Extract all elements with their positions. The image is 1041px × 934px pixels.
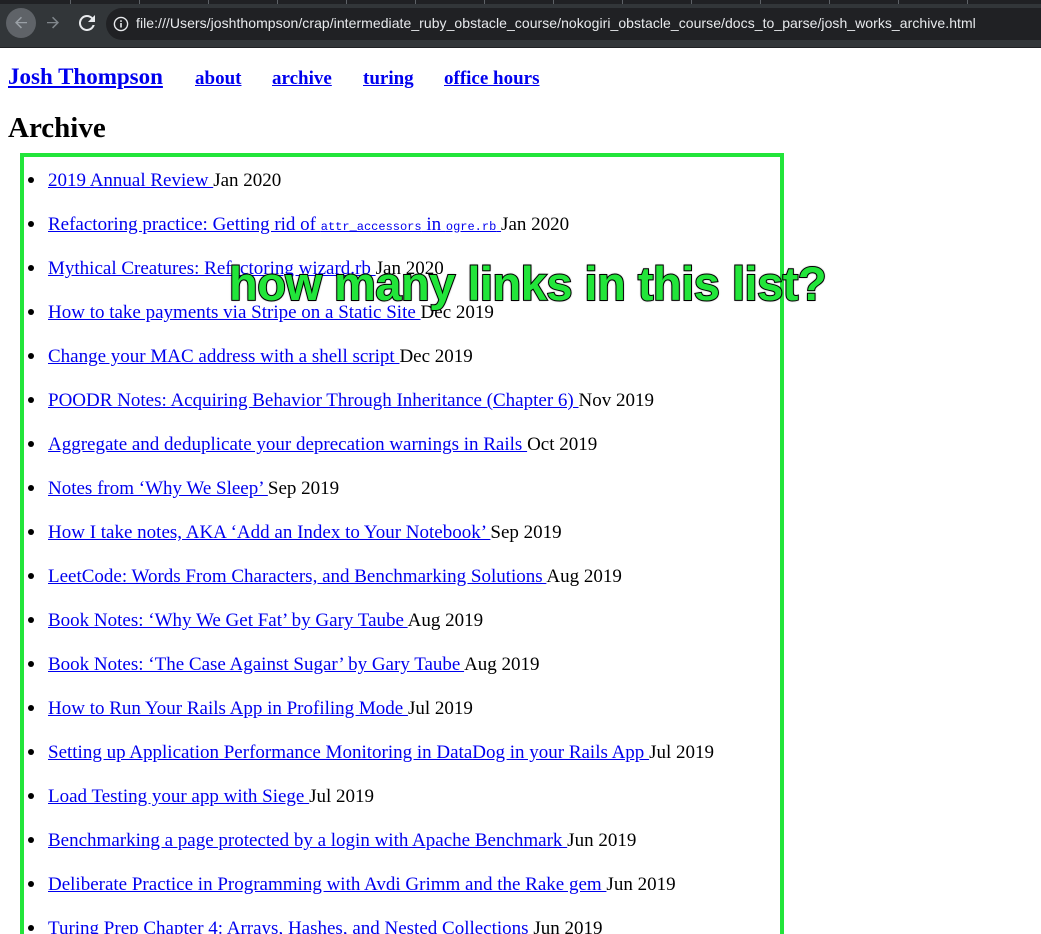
code-snippet: ogre.rb — [445, 220, 497, 234]
list-item-text: Benchmarking a page protected by a login… — [48, 830, 636, 852]
bullet-icon — [28, 441, 34, 447]
archive-post-link[interactable]: Notes from ‘Why We Sleep’ — [48, 478, 268, 499]
post-date: Jan 2020 — [213, 170, 282, 191]
list-item-text: 2019 Annual Review Jan 2020 — [48, 170, 281, 192]
post-date: Aug 2019 — [546, 566, 622, 587]
list-item-text: Load Testing your app with Siege Jul 201… — [48, 786, 374, 808]
nav-link-about[interactable]: about — [195, 68, 241, 90]
post-date: Oct 2019 — [527, 434, 598, 455]
post-date: Sep 2019 — [267, 478, 340, 499]
bullet-icon — [28, 617, 34, 623]
bullet-icon — [28, 353, 34, 359]
archive-post-link[interactable]: Book Notes: ‘Why We Get Fat’ by Gary Tau… — [48, 610, 408, 631]
archive-post-link[interactable]: How I take notes, AKA ‘Add an Index to Y… — [48, 522, 490, 543]
list-item-text: How to Run Your Rails App in Profiling M… — [48, 698, 473, 720]
url-text[interactable]: file:///Users/joshthompson/crap/intermed… — [136, 15, 976, 31]
post-date: Nov 2019 — [578, 390, 654, 411]
list-item-text: Book Notes: ‘The Case Against Sugar’ by … — [48, 654, 540, 676]
forward-arrow-icon — [47, 16, 59, 29]
list-item-text: How I take notes, AKA ‘Add an Index to Y… — [48, 522, 562, 544]
archive-post-link[interactable]: Setting up Application Performance Monit… — [48, 742, 649, 763]
bullet-icon — [28, 925, 34, 931]
bullet-icon — [28, 309, 34, 315]
archive-post-link[interactable]: 2019 Annual Review — [48, 170, 213, 191]
bullet-icon — [28, 881, 34, 887]
nav-link-turing[interactable]: turing — [363, 68, 414, 90]
link-text-segment: in — [421, 214, 446, 235]
post-date: Aug 2019 — [464, 654, 540, 675]
archive-post-link[interactable]: LeetCode: Words From Characters, and Ben… — [48, 566, 546, 587]
back-button[interactable] — [6, 8, 36, 38]
bullet-icon — [28, 485, 34, 491]
archive-post-link[interactable]: Change your MAC address with a shell scr… — [48, 346, 399, 367]
info-icon[interactable] — [113, 16, 129, 32]
list-item-text: LeetCode: Words From Characters, and Ben… — [48, 566, 622, 588]
list-item-text: Notes from ‘Why We Sleep’ Sep 2019 — [48, 478, 339, 500]
post-date: Jun 2019 — [567, 830, 637, 851]
archive-post-link[interactable]: Turing Prep Chapter 4: Arrays, Hashes, a… — [48, 918, 533, 934]
post-date: Dec 2019 — [399, 346, 473, 367]
reload-button[interactable] — [72, 8, 102, 38]
post-date: Jul 2019 — [407, 698, 473, 719]
post-date: Jul 2019 — [309, 786, 375, 807]
list-item-text: Refactoring practice: Getting rid of att… — [48, 214, 569, 236]
bullet-icon — [28, 397, 34, 403]
page-title: Archive — [8, 112, 106, 144]
archive-post-link[interactable]: How to Run Your Rails App in Profiling M… — [48, 698, 408, 719]
site-title-link[interactable]: Josh Thompson — [8, 64, 163, 90]
bullet-icon — [28, 793, 34, 799]
bullet-icon — [28, 177, 34, 183]
bullet-icon — [28, 573, 34, 579]
bullet-icon — [28, 661, 34, 667]
list-item-text: Deliberate Practice in Programming with … — [48, 874, 676, 896]
back-arrow-icon — [15, 16, 27, 29]
post-date: Jun 2019 — [533, 918, 603, 934]
archive-post-link[interactable]: Book Notes: ‘The Case Against Sugar’ by … — [48, 654, 464, 675]
post-date: Jan 2020 — [501, 214, 570, 235]
reload-icon — [79, 15, 95, 31]
post-date: Sep 2019 — [490, 522, 562, 543]
code-snippet: attr_accessors — [320, 220, 422, 234]
bullet-icon — [28, 749, 34, 755]
tab-strip — [0, 0, 1041, 4]
archive-post-link[interactable]: Aggregate and deduplicate your deprecati… — [48, 434, 527, 455]
bullet-icon — [28, 221, 34, 227]
post-date: Jun 2019 — [606, 874, 676, 895]
address-bar[interactable]: file:///Users/joshthompson/crap/intermed… — [106, 8, 1041, 40]
bullet-icon — [28, 529, 34, 535]
list-item-text: Setting up Application Performance Monit… — [48, 742, 714, 764]
list-item-text: Change your MAC address with a shell scr… — [48, 346, 473, 368]
list-item-text: Book Notes: ‘Why We Get Fat’ by Gary Tau… — [48, 610, 483, 632]
archive-post-link[interactable]: Benchmarking a page protected by a login… — [48, 830, 567, 851]
list-item-text: Aggregate and deduplicate your deprecati… — [48, 434, 597, 456]
post-date: Aug 2019 — [407, 610, 484, 631]
forward-button[interactable] — [38, 8, 68, 38]
post-date: Jul 2019 — [649, 742, 714, 763]
list-item-text: Turing Prep Chapter 4: Arrays, Hashes, a… — [48, 918, 602, 934]
bullet-icon — [28, 705, 34, 711]
archive-post-link[interactable]: Load Testing your app with Siege — [48, 786, 309, 807]
nav-link-office-hours[interactable]: office hours — [444, 68, 540, 90]
bullet-icon — [28, 265, 34, 271]
archive-post-link[interactable]: Deliberate Practice in Programming with … — [48, 874, 606, 895]
nav-link-archive[interactable]: archive — [272, 68, 332, 90]
archive-post-link[interactable]: Refactoring practice: Getting rid of att… — [48, 214, 501, 235]
archive-post-link[interactable]: POODR Notes: Acquiring Behavior Through … — [48, 390, 578, 411]
list-item-text: POODR Notes: Acquiring Behavior Through … — [48, 390, 654, 412]
bullet-icon — [28, 837, 34, 843]
question-annotation: how many links in this list? — [228, 256, 828, 311]
browser-toolbar: file:///Users/joshthompson/crap/intermed… — [0, 0, 1041, 48]
link-text-segment: Refactoring practice: Getting rid of — [48, 214, 321, 235]
